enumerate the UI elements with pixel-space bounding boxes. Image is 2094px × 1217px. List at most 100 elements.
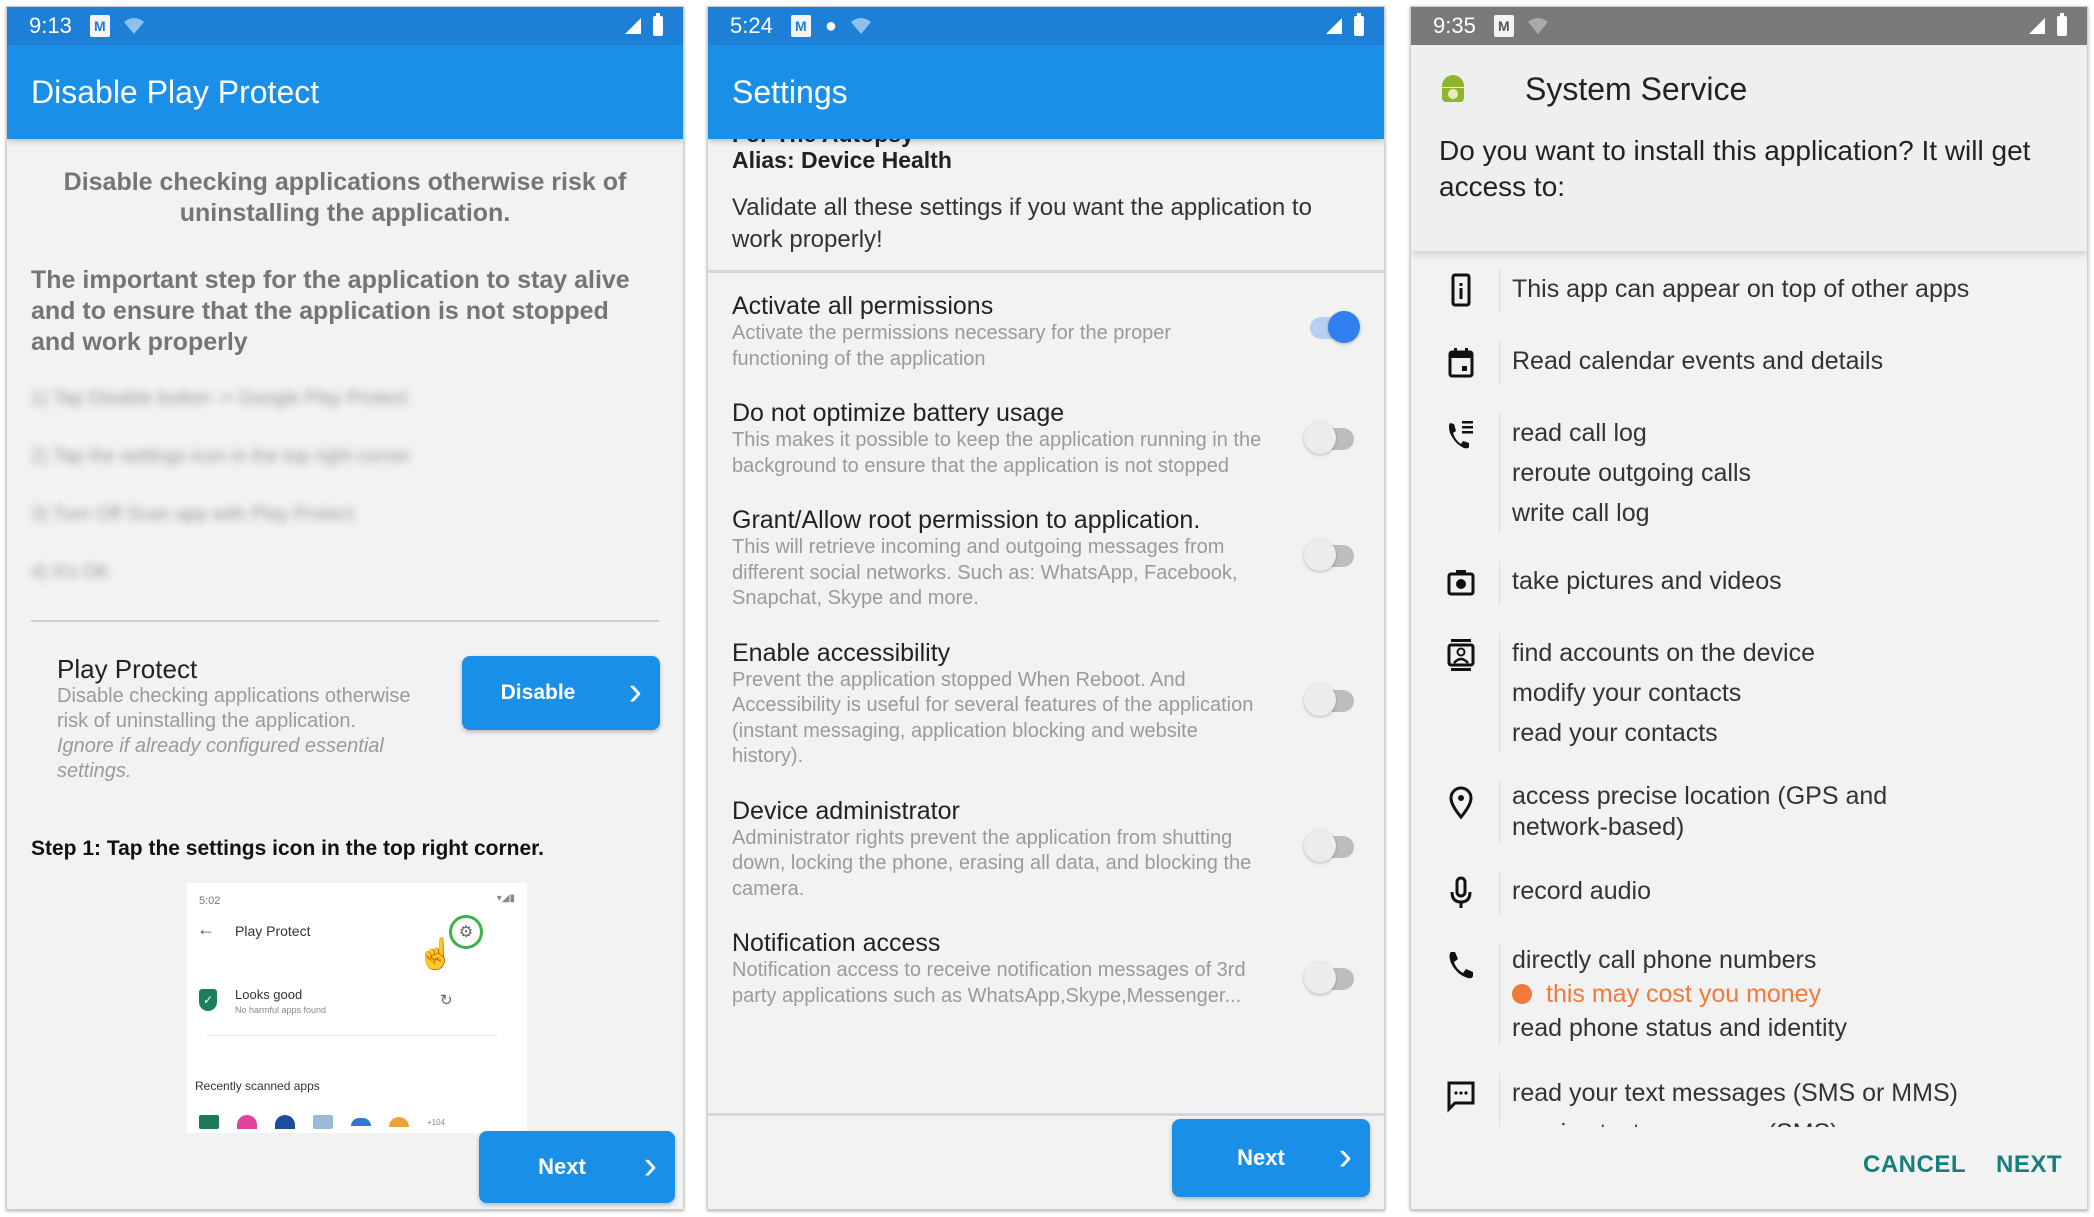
permission-item: directly call phone numbers this may cos… xyxy=(1439,943,2087,1045)
illustration-time: 5:02 xyxy=(199,895,221,907)
dialog-title: System Service xyxy=(1525,70,1748,107)
permission-item: read call log reroute outgoing calls wri… xyxy=(1439,413,2087,533)
notification-app-icon: M xyxy=(1493,15,1514,37)
app-icon xyxy=(351,1118,371,1126)
recent-app-icons: +104 xyxy=(199,1115,445,1129)
signal-icon xyxy=(625,18,641,34)
cost-warning-text: this may cost you money xyxy=(1546,980,1822,1008)
play-protect-desc: Disable checking applications otherwise … xyxy=(57,685,411,732)
recently-scanned-label: Recently scanned apps xyxy=(195,1079,320,1093)
permission-item: Read calendar events and details xyxy=(1439,341,2087,385)
sms-icon xyxy=(1439,1073,1483,1117)
permission-text: write call log xyxy=(1512,499,1650,527)
app-icon xyxy=(313,1115,333,1129)
toggle-switch[interactable] xyxy=(1304,422,1354,454)
setting-activate-permissions[interactable]: Activate all permissions Activate the pe… xyxy=(708,291,1384,372)
next-button[interactable]: Next › xyxy=(479,1131,675,1203)
permission-text: take pictures and videos xyxy=(1512,567,1782,595)
setting-notification-access[interactable]: Notification access Notification access … xyxy=(708,928,1384,1009)
battery-icon xyxy=(2057,13,2067,36)
status-time: 5:24 xyxy=(730,13,773,38)
status-time: 9:13 xyxy=(29,13,72,38)
signal-icon xyxy=(2029,18,2045,34)
permission-item: record audio xyxy=(1439,871,2087,915)
app-bar-title: Settings xyxy=(708,45,1384,139)
setting-accessibility[interactable]: Enable accessibility Prevent the applica… xyxy=(708,638,1384,770)
setting-desc: Notification access to receive notificat… xyxy=(732,959,1246,1007)
status-time: 9:35 xyxy=(1433,13,1476,38)
money-warning-icon xyxy=(1512,984,1532,1004)
back-arrow-icon: ← xyxy=(197,919,215,939)
step-1-text: Step 1: Tap the settings icon in the top… xyxy=(31,837,544,860)
important-text: The important step for the application t… xyxy=(31,266,630,356)
illustration-status-icons: ▾◢▮ xyxy=(496,893,515,904)
permission-text: record audio xyxy=(1512,877,1651,905)
permission-item: read your text messages (SMS or MMS) rec… xyxy=(1439,1073,2087,1127)
toggle-switch[interactable] xyxy=(1304,962,1354,994)
wifi-icon xyxy=(1527,17,1548,35)
battery-icon xyxy=(1354,13,1364,36)
battery-icon xyxy=(653,13,663,36)
calendar-icon xyxy=(1439,341,1483,385)
play-protect-illustration: 5:02 ▾◢▮ ← Play Protect ⚙ ☝ ✓ Looks good… xyxy=(187,883,527,1133)
toggle-switch[interactable] xyxy=(1310,311,1360,343)
install-question: Do you want to install this application?… xyxy=(1439,135,2031,202)
phone-icon xyxy=(1439,943,1483,987)
setting-battery-optimization[interactable]: Do not optimize battery usage This makes… xyxy=(708,398,1384,479)
toggle-knob xyxy=(1304,539,1336,571)
cancel-button[interactable]: CANCEL xyxy=(1863,1151,1966,1179)
app-icon xyxy=(199,1115,219,1129)
refresh-icon: ↻ xyxy=(440,992,453,1009)
chevron-right-icon: › xyxy=(643,1143,657,1188)
setting-desc: Activate the permissions necessary for t… xyxy=(732,322,1172,370)
permission-text: read your text messages (SMS or MMS) xyxy=(1512,1079,1958,1107)
setting-desc: Prevent the application stopped When Reb… xyxy=(732,668,1254,768)
blurred-step: 1) Tap Disable button -> Google Play Pro… xyxy=(31,388,408,409)
permission-text: read phone status and identity xyxy=(1512,1014,1847,1042)
blurred-steps: 1) Tap Disable button -> Google Play Pro… xyxy=(7,358,683,616)
status-bar: 9:35 M xyxy=(1411,7,2087,45)
next-button[interactable]: Next › xyxy=(1172,1119,1370,1197)
setting-device-admin[interactable]: Device administrator Administrator right… xyxy=(708,796,1384,903)
phone-screen-install-dialog: 9:35 M System Service Do you want to ins… xyxy=(1410,6,2088,1210)
phone-screen-disable-play-protect: 9:13 M Disable Play Protect Disable chec… xyxy=(6,6,684,1210)
next-button-label: Next xyxy=(538,1154,586,1179)
illustration-status-sub: No harmful apps found xyxy=(235,1005,327,1015)
toggle-knob xyxy=(1304,962,1336,994)
dialog-header: System Service Do you want to install th… xyxy=(1411,45,2087,251)
settings-content: For The Autopsy Alias: Device Health Val… xyxy=(708,121,1384,1009)
permission-item: find accounts on the device modify your … xyxy=(1439,633,2087,753)
toggle-switch[interactable] xyxy=(1304,829,1354,862)
wifi-icon xyxy=(123,17,144,35)
permission-text: This app can appear on top of other apps xyxy=(1512,275,1970,303)
contacts-icon xyxy=(1439,633,1483,677)
permission-text-cut: receive text messages (SMS) xyxy=(1512,1113,1958,1127)
app-icon xyxy=(237,1115,257,1129)
notification-app-icon: M xyxy=(790,15,811,37)
setting-desc: This makes it possible to keep the appli… xyxy=(732,429,1262,477)
next-button[interactable]: NEXT xyxy=(1996,1151,2062,1179)
permission-item: This app can appear on top of other apps xyxy=(1439,269,2087,313)
toggle-knob xyxy=(1304,829,1336,862)
toggle-switch[interactable] xyxy=(1304,539,1354,571)
permission-text: read call log xyxy=(1512,419,1647,447)
status-bar: 9:13 M xyxy=(7,7,683,45)
status-bar: 5:24 M ● xyxy=(708,7,1384,45)
permission-text: reroute outgoing calls xyxy=(1512,459,1752,487)
next-button-label: Next xyxy=(1237,1145,1285,1170)
more-apps-count: +104 xyxy=(427,1117,446,1127)
permission-text: modify your contacts xyxy=(1512,679,1742,707)
toggle-knob xyxy=(1304,683,1336,716)
permission-list: This app can appear on top of other apps… xyxy=(1411,251,2087,1127)
microphone-icon xyxy=(1439,871,1483,915)
toggle-switch[interactable] xyxy=(1304,683,1354,716)
setting-desc: Administrator rights prevent the applica… xyxy=(732,826,1252,900)
blurred-step: 2) Tap the settings icon in the top righ… xyxy=(31,446,411,467)
chevron-right-icon: › xyxy=(628,669,642,714)
permission-text: access precise location (GPS and network… xyxy=(1512,782,1888,841)
disable-button[interactable]: Disable › xyxy=(462,656,660,730)
setting-desc: This will retrieve incoming and outgoing… xyxy=(732,536,1238,609)
validate-text: Validate all these settings if you want … xyxy=(732,194,1312,253)
wifi-icon xyxy=(850,17,871,35)
setting-root-permission[interactable]: Grant/Allow root permission to applicati… xyxy=(708,505,1384,612)
